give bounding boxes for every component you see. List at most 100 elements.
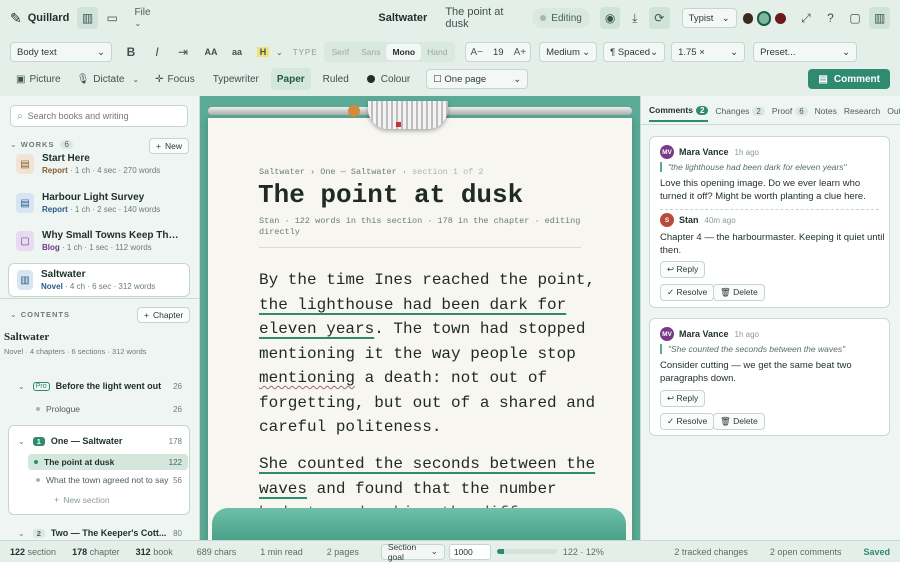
expand-icon[interactable]: ⤢ (796, 7, 817, 29)
style-select[interactable]: Body text ⌄ (10, 42, 112, 62)
report-icon: ▤ (16, 154, 34, 174)
report-icon: ▤ (16, 193, 34, 213)
delete-button[interactable]: 🗑 Delete (713, 284, 765, 301)
ruled-button[interactable]: Ruled (317, 68, 355, 90)
italic-button[interactable]: I (146, 41, 168, 63)
contents-label: CONTENTS (20, 310, 70, 319)
chapter-badge: Pro (32, 381, 50, 391)
paper-button[interactable]: Paper (270, 68, 311, 90)
swatch-red[interactable] (775, 12, 786, 24)
top-bar: ✎ Quillard ▥ ▭ File ⌄ Saltwater The poin… (0, 0, 900, 36)
chevron-down-icon[interactable]: ⌄ (276, 48, 283, 57)
paper-page[interactable]: Saltwater › One — Saltwater · section 1 … (208, 118, 632, 540)
section-row[interactable]: Prologue 26 (8, 402, 190, 416)
commented-text[interactable]: She counted the seconds between the (259, 455, 595, 473)
work-item[interactable]: ▢ Why Small Towns Keep Their... Blog · 1 … (8, 224, 190, 258)
tab-notes[interactable]: Notes (815, 100, 837, 122)
chevron-down-icon[interactable]: ⌄ (132, 75, 139, 84)
uppercase-button[interactable]: AA (200, 41, 222, 63)
goal-input[interactable]: 1000 (448, 543, 491, 560)
tracked-changes[interactable]: 2 tracked changes (674, 547, 748, 557)
font-sans[interactable]: Sans (355, 44, 386, 60)
comment-button[interactable]: ▤ Comment (808, 69, 890, 89)
font-mono[interactable]: Mono (386, 44, 422, 60)
size-decrease-button[interactable]: A− (470, 47, 483, 58)
chapter-row[interactable]: ⌄ 1 One — Saltwater 178 (8, 434, 190, 448)
commented-text[interactable]: the lighthouse had been dark for (259, 296, 566, 314)
folder-icon[interactable]: ▭ (102, 7, 123, 29)
new-section-button[interactable]: + New section (8, 493, 190, 507)
chapter-row[interactable]: ⌄ 2 Two — The Keeper's Cott... 80 (8, 526, 190, 540)
comment-card[interactable]: MV Mara Vance 1h ago "She counted the se… (649, 318, 890, 436)
search-input[interactable] (27, 111, 178, 121)
search-box[interactable]: ⌕ (10, 105, 188, 127)
delete-button[interactable]: 🗑 Delete (713, 413, 765, 430)
lowercase-button[interactable]: aa (226, 41, 248, 63)
tab-changes[interactable]: Changes 2 (715, 100, 765, 122)
colour-button[interactable]: Colour (361, 68, 416, 90)
work-item-selected[interactable]: ▥ Saltwater Novel · 4 ch · 6 sec · 312 wo… (8, 263, 190, 297)
swatch-teal-selected[interactable] (757, 10, 772, 26)
breadcrumb-work[interactable]: Saltwater (259, 167, 305, 177)
sidebar-toggle-icon[interactable]: ▥ (77, 7, 98, 29)
paragraph-1[interactable]: By the time Ines reached the point, the … (259, 268, 619, 440)
file-menu[interactable]: File ⌄ (134, 7, 158, 29)
bold-button[interactable]: B (120, 41, 142, 63)
reply-button[interactable]: ↩ Reply (660, 390, 706, 407)
breadcrumb-chapter[interactable]: One — Saltwater (320, 167, 397, 177)
section-row[interactable]: What the town agreed not to say 56 (8, 473, 190, 487)
reply-button[interactable]: ↩ Reply (660, 261, 706, 278)
chevron-down-icon[interactable]: ⌄ (10, 310, 17, 319)
work-item[interactable]: ▤ Start Here Report · 1 ch · 4 sec · 270 … (8, 147, 190, 181)
picture-button[interactable]: ▣ Picture (10, 68, 67, 90)
size-value[interactable]: 19 (493, 47, 504, 58)
weight-select[interactable]: Medium ⌄ (539, 42, 598, 62)
preview-eye-icon[interactable]: ◉ (599, 7, 621, 29)
layout-select[interactable]: ☐ One page ⌄ (426, 69, 529, 89)
help-icon[interactable]: ? (820, 7, 841, 29)
word-count: 56 (173, 475, 182, 485)
indent-button[interactable]: ⇥ (172, 41, 194, 63)
section-row-selected[interactable]: The point at dusk 122 (28, 454, 188, 470)
highlight-button[interactable]: H (252, 41, 274, 63)
chapter-badge: 1 (32, 436, 45, 446)
swatch-dark[interactable] (742, 12, 754, 24)
spacing-select[interactable]: ¶ Spaced ⌄ (603, 42, 666, 62)
text-span: . The town had stopped (374, 320, 586, 338)
typewriter-button[interactable]: Typewriter (207, 68, 265, 90)
preset-select[interactable]: Preset... ⌄ (753, 42, 858, 62)
line-height-select[interactable]: 1.75 × ⌄ (671, 42, 746, 62)
work-item[interactable]: ▤ Harbour Light Survey Report · 1 ch · 2 … (8, 186, 190, 220)
chapter-row[interactable]: ⌄ Pro Before the light went out 26 (8, 379, 190, 393)
breadcrumb-section: section 1 of 2 (412, 167, 484, 177)
dictate-button[interactable]: 🎙 Dictate (71, 68, 131, 90)
format-bar: Body text ⌄ B I ⇥ AA aa H ⌄ TYPE Serif Sa… (0, 38, 900, 66)
size-increase-button[interactable]: A+ (514, 47, 527, 58)
comment-quote: "the lighthouse had been dark for eleven… (660, 162, 880, 172)
resolve-button[interactable]: ✓ Resolve (660, 413, 715, 430)
tab-comments[interactable]: Comments 2 (649, 100, 709, 122)
download-icon[interactable]: ⤓ (624, 7, 645, 29)
colour-dot-icon (366, 75, 375, 83)
sync-icon[interactable]: ⟳ (649, 7, 670, 29)
font-hand[interactable]: Hand (421, 44, 453, 60)
tab-proof[interactable]: Proof 6 (772, 100, 808, 122)
add-chapter-button[interactable]: + Chapter (137, 307, 191, 323)
focus-button[interactable]: ✛ Focus (149, 68, 201, 90)
word-count: 80 (173, 528, 182, 538)
tab-research[interactable]: Research (844, 100, 880, 122)
commented-text[interactable]: eleven years (259, 320, 374, 338)
commented-text[interactable]: waves (259, 480, 307, 498)
comment-card[interactable]: MV Mara Vance 1h ago "the lighthouse had… (649, 136, 890, 308)
proof-flagged-text[interactable]: mentioning (259, 369, 355, 387)
section-words: 122 section (10, 546, 57, 557)
resolve-button[interactable]: ✓ Resolve (660, 284, 715, 301)
chat-icon[interactable]: ▢ (845, 7, 866, 29)
chapter-title: Two — The Keeper's Cott... (50, 528, 167, 538)
theme-select[interactable]: Typist ⌄ (681, 8, 737, 28)
open-comments[interactable]: 2 open comments (770, 547, 842, 557)
goal-type-select[interactable]: Section goal ⌄ (380, 542, 445, 562)
right-panel-toggle-icon[interactable]: ▥ (869, 7, 890, 29)
font-serif[interactable]: Serif (326, 44, 355, 60)
tab-outline[interactable]: Outline (887, 100, 900, 122)
